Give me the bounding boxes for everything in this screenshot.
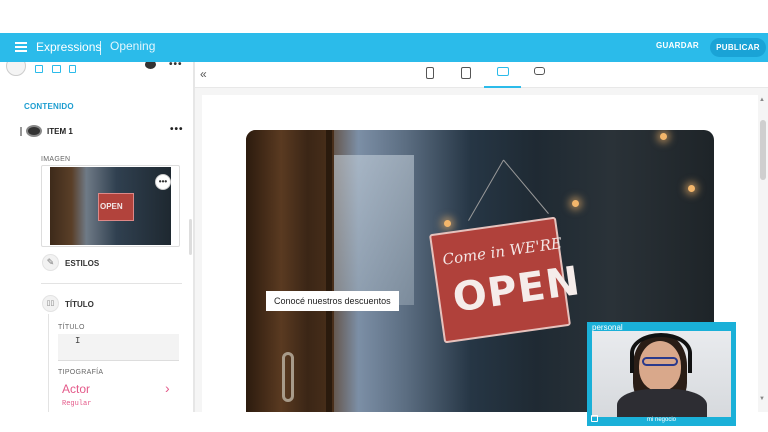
save-button[interactable]: GUARDAR	[656, 41, 699, 50]
mobile-preview-button[interactable]	[426, 67, 434, 83]
mobile-visibility-icon[interactable]	[35, 65, 43, 73]
wide-screen-icon	[534, 67, 545, 75]
image-options-button[interactable]: •••	[155, 174, 171, 190]
desktop-icon	[497, 67, 509, 76]
preview-toolbar: «	[195, 62, 768, 88]
styles-row[interactable]: ✎ ESTILOS	[42, 254, 182, 272]
street-light	[572, 200, 579, 207]
sidebar-scrollbar[interactable]	[189, 219, 192, 255]
street-light	[660, 133, 667, 140]
tablet-preview-button[interactable]	[461, 67, 471, 83]
title-textarea[interactable]	[58, 334, 179, 361]
desktop-preview-button[interactable]	[497, 67, 509, 83]
chevron-right-icon: ›	[165, 380, 170, 396]
tablet-visibility-icon[interactable]	[69, 65, 76, 73]
styles-label: ESTILOS	[65, 259, 100, 268]
desktop-visibility-icon[interactable]	[52, 65, 61, 73]
tree-line	[48, 314, 49, 412]
scroll-down-icon[interactable]: ▼	[759, 396, 765, 402]
image-field-label: IMAGEN	[41, 156, 71, 163]
street-light	[444, 220, 451, 227]
title-label: TÍTULO	[65, 300, 94, 309]
typography-label: TIPOGRAFÍA	[58, 369, 104, 376]
eye-icon[interactable]	[145, 62, 156, 69]
page-name: Opening	[110, 39, 156, 53]
item-label: ITEM 1	[47, 127, 73, 136]
street-light	[688, 185, 695, 192]
font-selector[interactable]: Actor Regular ›	[58, 380, 179, 412]
webcam-footer: mi negocio	[647, 417, 677, 423]
item-thumbnail	[26, 125, 42, 137]
title-row[interactable]: ▯▯ TÍTULO	[42, 295, 182, 313]
drag-handle-icon[interactable]	[20, 127, 22, 136]
publish-button[interactable]: PUBLICAR	[710, 38, 766, 57]
hamburger-menu-icon[interactable]	[15, 42, 27, 52]
sign-chain	[503, 159, 549, 214]
section-title-contenido: CONTENIDO	[24, 102, 74, 111]
font-name: Actor	[62, 382, 91, 396]
hero-caption[interactable]: Conocé nuestros descuentos	[266, 291, 399, 311]
image-picker[interactable]: OPEN •••	[41, 165, 180, 247]
hero-door-edge	[326, 130, 332, 412]
app-bar: Expressions Opening GUARDAR PUBLICAR	[0, 33, 768, 62]
mobile-icon	[426, 67, 434, 79]
sign-chain	[468, 159, 504, 221]
editor-sidebar: ••• CONTENIDO ITEM 1 ••• IMAGEN OPEN •••…	[0, 62, 193, 412]
image-preview: OPEN	[50, 167, 171, 245]
wide-preview-button[interactable]	[534, 67, 545, 83]
hero-door-handle	[282, 352, 294, 402]
webcam-overlay: personal mi negocio	[587, 322, 736, 426]
open-sign: Come in WE'RE OPEN	[428, 216, 583, 344]
collapse-sidebar-icon[interactable]: «	[200, 67, 207, 81]
tablet-icon	[461, 67, 471, 79]
appbar-divider	[100, 41, 101, 55]
person-body	[617, 389, 707, 417]
hero-building	[334, 155, 414, 305]
title-field-label: TÍTULO	[58, 324, 85, 331]
sign-big-text: OPEN	[449, 258, 584, 322]
app-name: Expressions	[36, 40, 102, 54]
preview-scrollbar[interactable]	[760, 120, 766, 180]
sidebar-top-row: •••	[0, 62, 193, 78]
image-preview-sign-text: OPEN	[100, 202, 123, 211]
font-weight: Regular	[62, 400, 92, 408]
item-more-options-icon[interactable]: •••	[170, 124, 184, 135]
webcam-video	[592, 331, 731, 417]
top-margin	[0, 0, 768, 33]
more-options-icon[interactable]: •••	[169, 62, 183, 70]
content-item-row[interactable]: ITEM 1 •••	[20, 124, 185, 139]
text-icon: ▯▯	[42, 295, 59, 312]
lock-icon	[591, 415, 598, 422]
sidebar-divider	[41, 283, 182, 284]
headset	[630, 333, 692, 373]
pen-icon: ✎	[42, 254, 59, 271]
scroll-up-icon[interactable]: ▲	[759, 97, 765, 103]
component-avatar[interactable]	[6, 62, 26, 76]
